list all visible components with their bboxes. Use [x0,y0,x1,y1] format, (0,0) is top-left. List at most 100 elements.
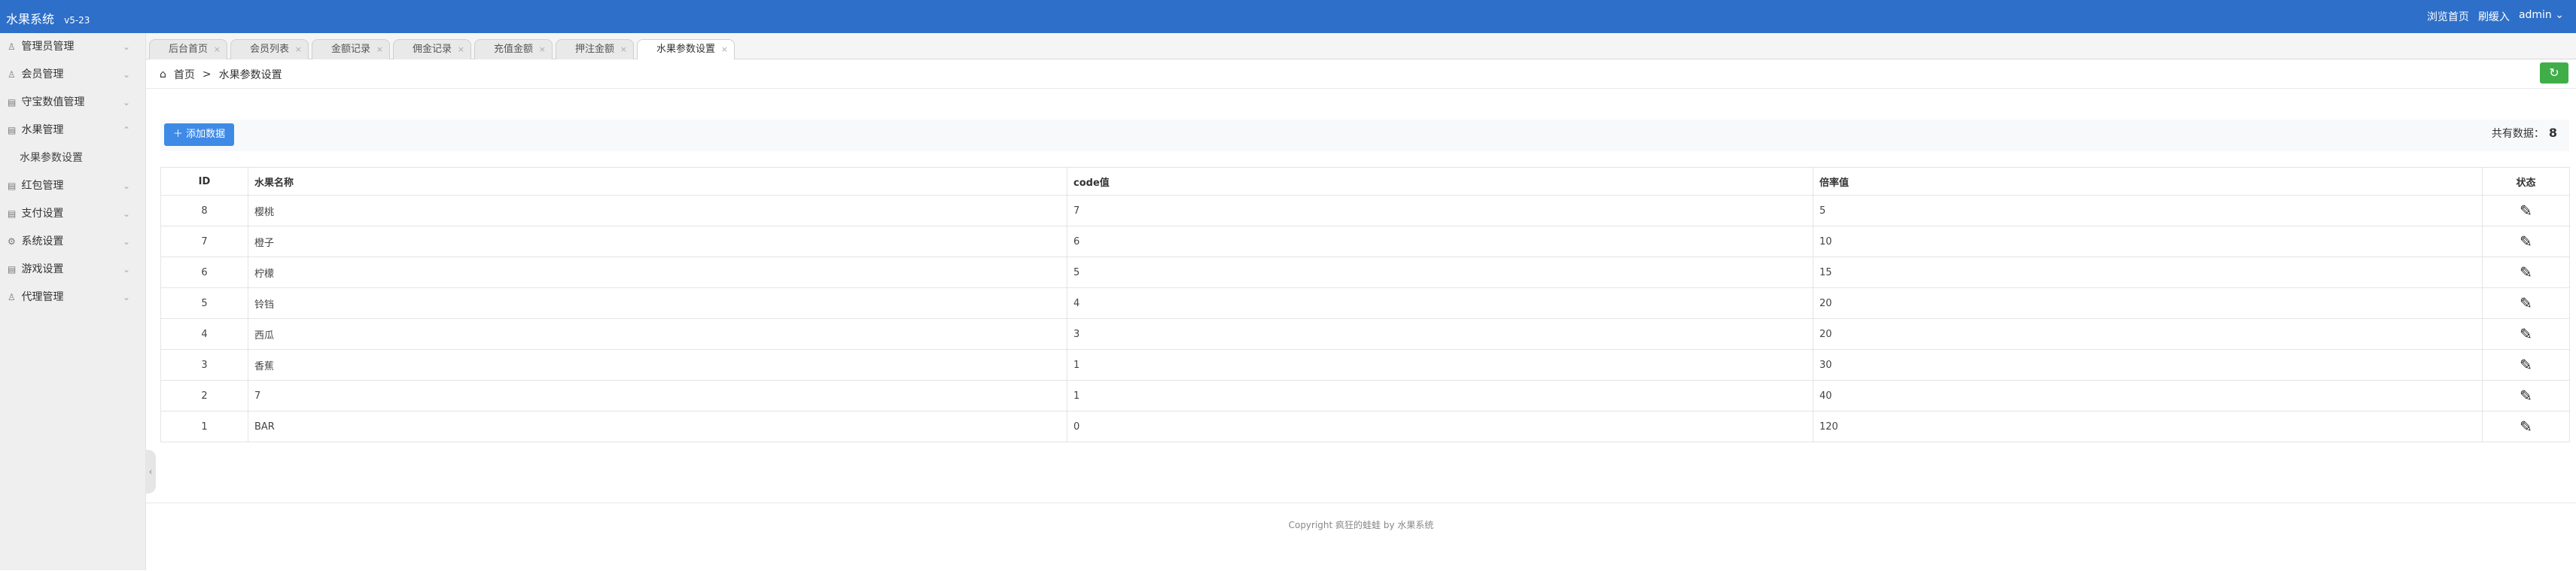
cell-id: 3 [160,349,248,381]
sidebar-item-members[interactable]: ♙ 会员管理 ⌄ [0,61,145,89]
cell-rate: 30 [1813,349,2483,381]
grid-icon: ▤ [8,97,17,108]
close-icon[interactable]: × [539,40,546,59]
breadcrumb-current: 水果参数设置 [218,69,282,81]
cell-rate: 20 [1813,287,2483,319]
breadcrumb-separator: > [202,68,212,80]
cell-code: 5 [1067,257,1813,288]
tab-amount-records[interactable]: 金额记录 × [312,39,390,59]
cell-id: 4 [160,318,248,350]
cell-status: ✎ [2482,287,2570,319]
sidebar-item-system[interactable]: ⚙ 系统设置 ⌄ [0,228,145,256]
tab-label: 后台首页 [168,44,208,55]
browse-home-link[interactable]: 浏览首页 [2427,9,2469,24]
edit-pencil-icon[interactable]: ✎ [2520,263,2532,281]
user-icon: ♙ [8,41,16,52]
sidebar-item-payment[interactable]: ▤ 支付设置 ⌄ [0,200,145,228]
sidebar-item-fruit[interactable]: ▤ 水果管理 ⌃ [0,117,145,144]
cell-rate: 15 [1813,257,2483,288]
cell-code: 6 [1067,226,1813,257]
cell-rate: 120 [1813,411,2483,442]
sidebar-item-label: 游戏设置 [21,263,64,275]
cell-code: 1 [1067,380,1813,412]
sidebar-collapse-handle[interactable]: ‹ [145,450,156,494]
tab-member-list[interactable]: 会员列表 × [230,39,309,59]
chevron-left-icon: ‹ [148,466,153,477]
app-title: 水果系统 [6,12,55,26]
sidebar-item-admin[interactable]: ♙ 管理员管理 ⌄ [0,33,145,61]
tab-label: 佣金记录 [412,44,452,55]
tab-fruit-params[interactable]: 水果参数设置 × [637,39,735,59]
refresh-icon: ↻ [2549,65,2559,80]
chevron-down-icon: ⌄ [122,264,130,275]
grid-icon: ▤ [8,125,17,135]
copyright-text: Copyright 疯狂的蛙蛙 by 水果系统 [1288,520,1434,530]
cell-name: 柠檬 [248,257,1067,288]
edit-pencil-icon[interactable]: ✎ [2520,325,2532,343]
cell-status: ✎ [2482,380,2570,412]
tab-label: 金额记录 [330,44,370,55]
cell-status: ✎ [2482,195,2570,226]
cell-id: 1 [160,411,248,442]
sidebar-item-treasure[interactable]: ▤ 守宝数值管理 ⌄ [0,89,145,117]
close-icon[interactable]: × [214,40,221,59]
edit-pencil-icon[interactable]: ✎ [2520,294,2532,312]
cell-name: 西瓜 [248,318,1067,350]
tab-recharge-amount[interactable]: 充值金额 × [474,39,553,59]
column-header-rate: 倍率值 [1813,167,2483,196]
cell-rate: 40 [1813,380,2483,412]
sidebar-item-game[interactable]: ▤ 游戏设置 ⌄ [0,256,145,284]
tab-commission-records[interactable]: 佣金记录 × [393,39,471,59]
sidebar-item-redpacket[interactable]: ▤ 红包管理 ⌄ [0,172,145,200]
cell-status: ✎ [2482,318,2570,350]
tab-label: 水果参数设置 [656,44,715,55]
tab-label: 会员列表 [249,44,289,55]
cell-id: 8 [160,195,248,226]
chevron-up-icon: ⌃ [122,125,130,135]
plus-icon: ＋ [173,129,184,140]
user-icon: ♙ [8,292,16,302]
clear-cache-link[interactable]: 刷缓入 [2478,9,2510,24]
sidebar-item-label: 会员管理 [21,68,64,80]
table-row: 8 樱桃 7 5 ✎ [160,195,2570,226]
sidebar-item-agent[interactable]: ♙ 代理管理 ⌄ [0,284,145,311]
cell-name: 橙子 [248,226,1067,257]
cell-code: 1 [1067,349,1813,381]
chevron-down-icon: ⌄ [122,69,130,80]
breadcrumb-home[interactable]: 首页 [174,67,195,82]
column-header-status: 状态 [2482,167,2570,196]
edit-pencil-icon[interactable]: ✎ [2520,202,2532,220]
cell-name: 7 [248,380,1067,412]
cell-status: ✎ [2482,349,2570,381]
sidebar-subitem-fruit-params[interactable]: 水果参数设置 [0,144,145,172]
tab-label: 押注金额 [574,44,614,55]
close-icon[interactable]: × [458,40,464,59]
edit-pencil-icon[interactable]: ✎ [2520,387,2532,405]
table-row: 6 柠檬 5 15 ✎ [160,257,2570,288]
edit-pencil-icon[interactable]: ✎ [2520,418,2532,436]
table-row: 7 橙子 6 10 ✎ [160,226,2570,257]
chevron-down-icon: ⌄ [2555,9,2564,21]
close-icon[interactable]: × [620,40,627,59]
edit-pencil-icon[interactable]: ✎ [2520,232,2532,251]
cell-rate: 20 [1813,318,2483,350]
sidebar-item-label: 守宝数值管理 [21,96,85,108]
cell-status: ✎ [2482,257,2570,288]
add-data-button[interactable]: ＋ 添加数据 [164,123,235,146]
sidebar-item-label: 红包管理 [21,180,64,192]
sidebar-item-label: 管理员管理 [21,41,75,53]
tab-bet-amount[interactable]: 押注金额 × [556,39,634,59]
home-icon: ⌂ [160,68,166,80]
cell-rate: 5 [1813,195,2483,226]
tab-bar: 后台首页 × 会员列表 × 金额记录 × 佣金记录 × 充值金额 × 押注金额 … [146,33,2576,59]
grid-icon: ▤ [8,181,17,191]
close-icon[interactable]: × [295,40,302,59]
close-icon[interactable]: × [721,40,728,59]
close-icon[interactable]: × [376,40,383,59]
edit-pencil-icon[interactable]: ✎ [2520,356,2532,374]
refresh-button[interactable]: ↻ [2540,62,2568,84]
tab-dashboard[interactable]: 后台首页 × [149,39,227,59]
sidebar-item-label: 支付设置 [21,208,64,220]
add-data-label: 添加数据 [186,129,226,140]
user-menu[interactable]: admin ⌄ [2519,9,2564,24]
